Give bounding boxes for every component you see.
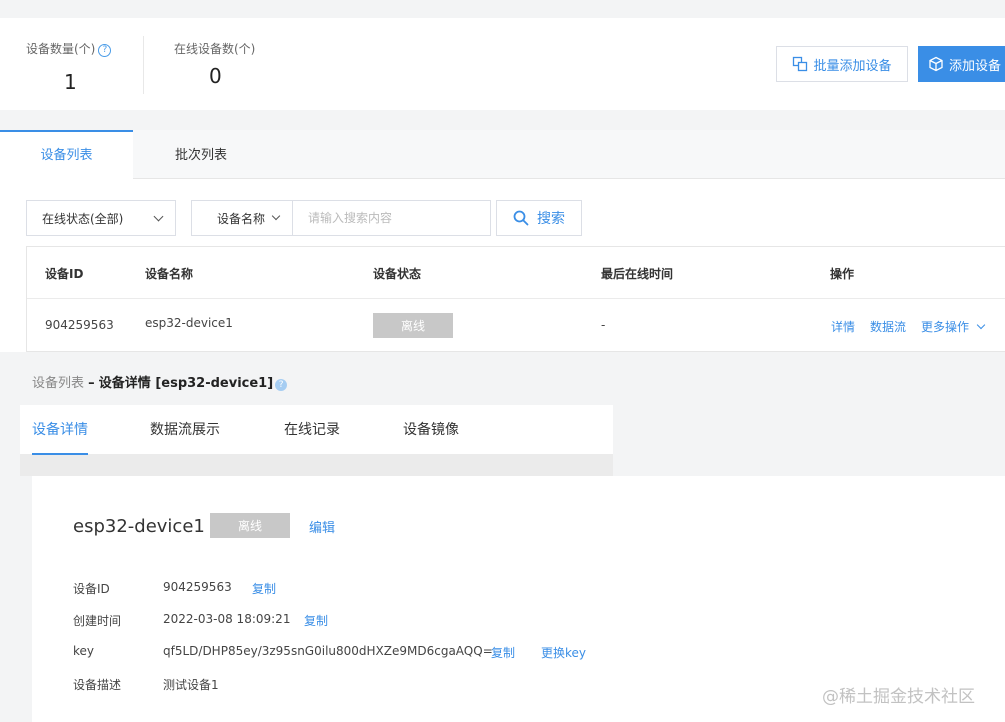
datastream-link[interactable]: 数据流 xyxy=(870,318,906,335)
field-label: 创建时间 xyxy=(73,614,122,628)
online-count-label: 在线设备数(个) xyxy=(174,42,256,56)
cell-device-id: 904259563 xyxy=(45,318,114,332)
device-count-value: 1 xyxy=(64,70,77,94)
tab-online-records[interactable]: 在线记录 xyxy=(284,405,340,455)
search-button-label: 搜索 xyxy=(537,211,565,227)
more-actions-link[interactable]: 更多操作 xyxy=(921,318,986,335)
device-list-panel: 设备列表 批次列表 在线状态(全部) 设备名称 搜索 设备ID 设备名称 设备状… xyxy=(0,130,1005,352)
search-button[interactable]: 搜索 xyxy=(496,200,582,236)
batch-add-device-button[interactable]: 批量添加设备 xyxy=(776,46,908,82)
column-header: 设备ID xyxy=(45,267,84,281)
more-actions-label: 更多操作 xyxy=(921,320,970,334)
device-count-stat: 设备数量(个)? xyxy=(26,40,112,57)
batch-add-device-label: 批量添加设备 xyxy=(813,58,892,74)
table-row: 904259563 esp32-device1 离线 - 详情 数据流 更多操作 xyxy=(27,298,1005,352)
help-icon[interactable]: ? xyxy=(98,44,112,57)
copy-link[interactable]: 复制 xyxy=(252,580,276,597)
details-link[interactable]: 详情 xyxy=(831,318,855,335)
tab-datastream-display[interactable]: 数据流展示 xyxy=(150,405,220,455)
column-header: 最后在线时间 xyxy=(601,267,674,281)
device-title: esp32-device1 xyxy=(73,516,205,537)
breadcrumb-current: 设备详情 [esp32-device1] xyxy=(98,376,274,391)
page: 设备数量(个)? 1 在线设备数(个) 0 批量添加设备 添加设备 设备列表 批… xyxy=(0,0,1005,722)
tab-device-details[interactable]: 设备详情 xyxy=(32,405,88,455)
field-label: key xyxy=(73,644,95,658)
tab-device-mirror[interactable]: 设备镜像 xyxy=(403,405,459,455)
divider xyxy=(20,455,613,476)
search-input[interactable] xyxy=(294,201,490,235)
cell-device-name: esp32-device1 xyxy=(145,316,233,330)
online-status-value: 在线状态(全部) xyxy=(42,211,124,226)
breadcrumb-separator: – xyxy=(88,376,95,391)
chevron-down-icon xyxy=(271,211,281,221)
tab-device-list[interactable]: 设备列表 xyxy=(0,130,133,180)
batch-devices-icon xyxy=(793,56,808,72)
field-value: 测试设备1 xyxy=(163,678,219,692)
watermark: @稀土掘金技术社区 xyxy=(822,687,975,707)
help-icon[interactable]: ? xyxy=(275,379,288,391)
search-field-value: 设备名称 xyxy=(217,211,266,226)
search-icon xyxy=(513,210,529,226)
field-label: 设备ID xyxy=(73,582,110,596)
field-value: 904259563 xyxy=(163,580,232,594)
list-tab-bar: 设备列表 批次列表 xyxy=(0,130,1005,180)
field-value: 2022-03-08 18:09:21 xyxy=(163,612,291,626)
copy-link[interactable]: 复制 xyxy=(304,612,328,629)
field-value: qf5LD/DHP85ey/3z95snG0ilu800dHXZe9MD6cga… xyxy=(163,644,493,658)
copy-link[interactable]: 复制 xyxy=(491,644,515,661)
column-header: 设备状态 xyxy=(373,267,422,281)
search-group: 设备名称 xyxy=(191,200,491,236)
divider xyxy=(143,36,144,94)
column-header: 操作 xyxy=(830,267,855,281)
online-count-value: 0 xyxy=(209,64,222,88)
chevron-down-icon xyxy=(153,211,164,222)
status-badge: 离线 xyxy=(210,513,290,538)
device-table: 设备ID 设备名称 设备状态 最后在线时间 操作 904259563 esp32… xyxy=(26,246,1005,352)
cube-icon xyxy=(929,56,943,72)
add-device-label: 添加设备 xyxy=(949,58,1002,74)
chevron-down-icon xyxy=(976,320,986,330)
breadcrumb: 设备列表 – 设备详情 [esp32-device1]? xyxy=(32,372,288,391)
device-count-label: 设备数量(个) xyxy=(26,42,96,56)
stats-panel: 设备数量(个)? 1 在线设备数(个) 0 批量添加设备 添加设备 xyxy=(0,18,1005,110)
detail-tab-bar: 设备详情 数据流展示 在线记录 设备镜像 xyxy=(20,405,613,455)
cell-last-online: - xyxy=(601,318,606,332)
field-label: 设备描述 xyxy=(73,678,122,692)
edit-link[interactable]: 编辑 xyxy=(309,517,335,536)
tab-batch-list[interactable]: 批次列表 xyxy=(133,130,269,179)
status-badge: 离线 xyxy=(373,313,453,338)
replace-key-link[interactable]: 更换key xyxy=(541,644,586,661)
online-status-select[interactable]: 在线状态(全部) xyxy=(26,200,176,236)
column-header: 设备名称 xyxy=(145,267,194,281)
search-field-select[interactable]: 设备名称 xyxy=(192,201,293,235)
add-device-button[interactable]: 添加设备 xyxy=(918,46,1005,82)
breadcrumb-root[interactable]: 设备列表 xyxy=(32,376,84,391)
